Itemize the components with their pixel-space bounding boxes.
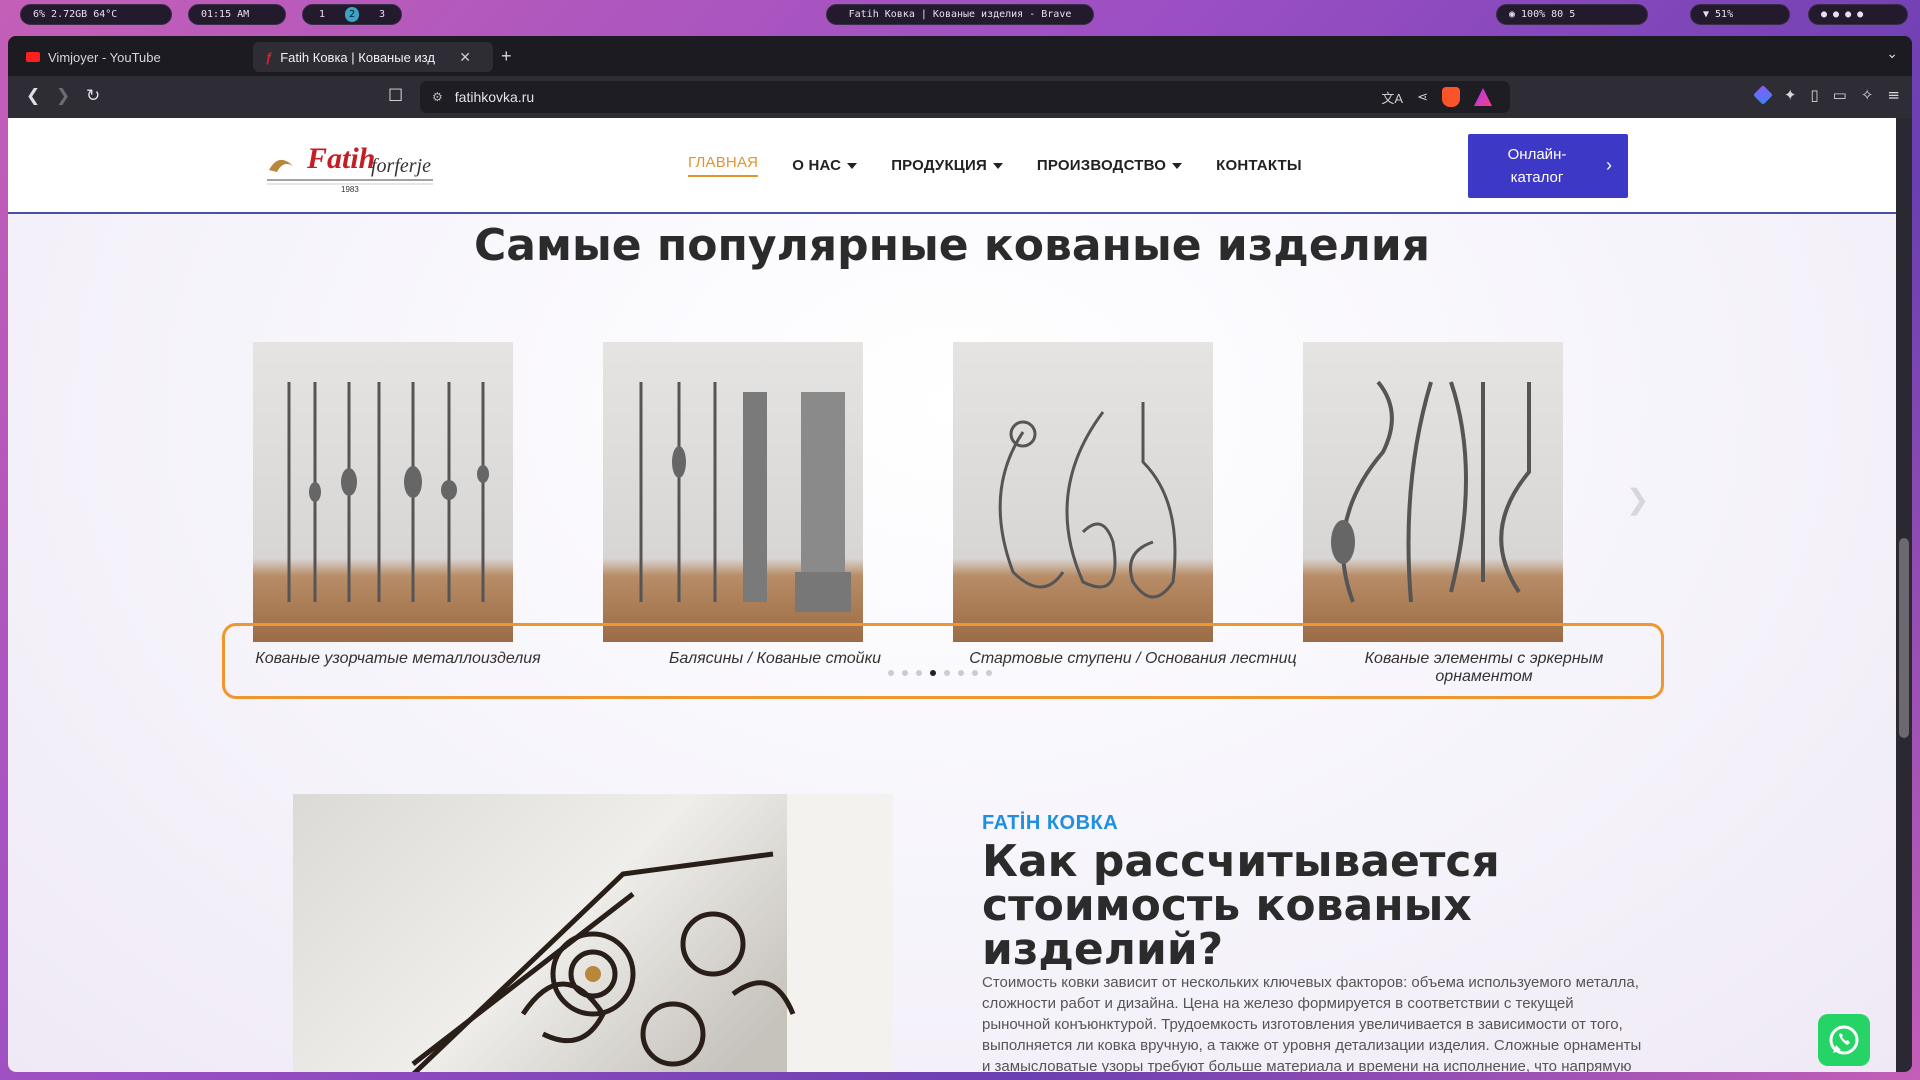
new-tab-button[interactable]: +: [501, 46, 512, 67]
site-header: Fatih forferje 1983 ГЛАВНАЯ О НАС ПРОДУК…: [8, 118, 1896, 214]
logo-sub: forferje: [371, 155, 431, 177]
online-catalog-button[interactable]: Онлайн-каталог ›: [1468, 134, 1628, 198]
menu-icon[interactable]: ≡: [1887, 86, 1900, 104]
catalog-button-label: Онлайн-каталог: [1507, 146, 1567, 186]
posts-illustration: [639, 382, 851, 612]
leo-ai-icon[interactable]: [1752, 85, 1773, 105]
reload-button[interactable]: ↻: [86, 86, 100, 106]
forward-button[interactable]: ❯: [56, 86, 70, 106]
nav-contacts-label: КОНТАКТЫ: [1216, 157, 1302, 174]
chevron-right-icon: ›: [1606, 155, 1612, 175]
carousel-next-icon[interactable]: ❯: [1626, 483, 1649, 516]
main-nav: ГЛАВНАЯ О НАС ПРОДУКЦИЯ ПРОИЗВОДСТВО КОН…: [688, 154, 1302, 177]
caret-down-icon: [992, 162, 1003, 169]
whatsapp-icon: [1829, 1025, 1859, 1055]
caret-down-icon: [847, 162, 858, 169]
nav-about-label: О НАС: [792, 157, 842, 174]
tab-youtube[interactable]: Vimjoyer - YouTube: [14, 42, 244, 72]
sparkle-icon[interactable]: ✧: [1861, 86, 1874, 104]
nav-home[interactable]: ГЛАВНАЯ: [688, 154, 759, 177]
battery-indicator: ▼ 51%: [1690, 4, 1790, 25]
product-card-4[interactable]: [1303, 342, 1563, 642]
site-logo[interactable]: Fatih forferje 1983: [263, 136, 443, 194]
window-title: Fatih Ковка | Кованые изделия - Brave: [826, 4, 1094, 25]
browser-window: Vimjoyer - YouTube ƒ Fatih Ковка | Кован…: [8, 36, 1912, 1072]
tray-icon[interactable]: ● ● ● ●: [1821, 9, 1863, 20]
staircase-photo: [293, 794, 893, 1072]
fatih-icon: ƒ: [265, 49, 273, 65]
address-bar[interactable]: ⚙ fatihkovka.ru 文A ⋖: [420, 81, 1510, 113]
sidebar-icon[interactable]: ▯: [1810, 86, 1818, 104]
clock: 01:15 AM: [188, 4, 286, 25]
section-eyebrow: FATİH КОВКА: [982, 812, 1119, 834]
product-image[interactable]: [1303, 342, 1563, 642]
caret-down-icon: [1172, 162, 1183, 169]
ornament-illustration: [1331, 380, 1531, 603]
brave-shields-icon[interactable]: [1442, 87, 1460, 107]
tab-label: Fatih Ковка | Кованые изд: [280, 49, 435, 65]
browser-toolbar: ❮ ❯ ↻ ☐ ⚙ fatihkovka.ru 文A ⋖ ✦ ▯ ▭ ✧ ≡: [8, 76, 1912, 118]
caption-highlight: [222, 623, 1664, 699]
back-button[interactable]: ❮: [26, 86, 40, 106]
whatsapp-button[interactable]: [1818, 1014, 1870, 1066]
tab-strip: Vimjoyer - YouTube ƒ Fatih Ковка | Кован…: [8, 36, 1912, 76]
status-text: 100% 80 5: [1521, 9, 1576, 20]
volume-icon: ◉: [1509, 9, 1516, 20]
balusters-illustration: [287, 382, 489, 602]
bookmark-icon[interactable]: ☐: [388, 86, 403, 106]
system-stats-text: 6% 2.72GB 64°C: [33, 9, 118, 20]
product-card-2[interactable]: [603, 342, 863, 642]
nav-products[interactable]: ПРОДУКЦИЯ: [891, 154, 1003, 177]
scrollbar-thumb[interactable]: [1899, 538, 1909, 738]
chevron-down-icon[interactable]: ⌄: [1886, 46, 1898, 62]
product-card-1[interactable]: [253, 342, 513, 642]
nav-contacts[interactable]: КОНТАКТЫ: [1216, 154, 1302, 177]
url-actions: 文A ⋖: [1381, 87, 1492, 107]
page-viewport: Fatih forferje 1983 ГЛАВНАЯ О НАС ПРОДУК…: [8, 118, 1896, 1072]
clock-text: 01:15 AM: [201, 9, 250, 20]
product-image[interactable]: [603, 342, 863, 642]
workspace-switcher[interactable]: 1 2 3: [302, 4, 402, 25]
pricing-body: Стоимость ковки зависит от нескольких кл…: [982, 974, 1642, 1072]
translate-icon[interactable]: 文A: [1381, 88, 1403, 107]
nav-home-label: ГЛАВНАЯ: [688, 154, 759, 171]
status-indicators: ◉ 100% 80 5: [1496, 4, 1648, 25]
workspace-3[interactable]: 3: [375, 7, 389, 22]
close-icon[interactable]: ✕: [459, 49, 471, 66]
nav-products-label: ПРОДУКЦИЯ: [891, 157, 987, 174]
extensions-icon[interactable]: ✦: [1784, 86, 1797, 104]
logo-year: 1983: [341, 185, 359, 192]
scrolls-illustration: [998, 402, 1177, 599]
product-image[interactable]: [253, 342, 513, 642]
nav-production[interactable]: ПРОИЗВОДСТВО: [1036, 154, 1183, 177]
wallet-icon[interactable]: ▭: [1833, 86, 1847, 104]
battery-text: 51%: [1715, 9, 1734, 20]
pricing-heading: Как рассчитывается стоимость кованых изд…: [982, 836, 1500, 975]
workspace-1[interactable]: 1: [315, 7, 329, 22]
system-stats: 6% 2.72GB 64°C: [20, 4, 172, 25]
youtube-icon: [26, 52, 40, 62]
tab-label: Vimjoyer - YouTube: [48, 49, 161, 65]
system-bar: 6% 2.72GB 64°C 01:15 AM 1 2 3 Fatih Ковк…: [0, 0, 1920, 28]
product-card-3[interactable]: [953, 342, 1213, 642]
window-title-text: Fatih Ковка | Кованые изделия - Brave: [848, 9, 1072, 20]
staircase-railing-illustration: [411, 794, 893, 1072]
tray-icons[interactable]: ● ● ● ●: [1808, 4, 1908, 25]
logo-text: Fatih: [306, 142, 375, 175]
share-icon[interactable]: ⋖: [1417, 89, 1428, 105]
popular-title: Самые популярные кованые изделия: [474, 220, 1430, 271]
extension-bar: ✦ ▯ ▭ ✧ ≡: [1752, 85, 1900, 105]
brave-rewards-icon[interactable]: [1474, 88, 1492, 106]
nav-about[interactable]: О НАС: [792, 154, 858, 177]
url-text[interactable]: fatihkovka.ru: [455, 89, 534, 105]
workspace-2[interactable]: 2: [345, 7, 359, 22]
scrollbar[interactable]: [1896, 118, 1912, 1072]
nav-production-label: ПРОИЗВОДСТВО: [1036, 157, 1167, 174]
tab-fatih[interactable]: ƒ Fatih Ковка | Кованые изд ✕: [253, 42, 493, 72]
product-image[interactable]: [953, 342, 1213, 642]
site-settings-icon[interactable]: ⚙: [432, 90, 443, 104]
wifi-icon: ▼: [1703, 9, 1710, 20]
